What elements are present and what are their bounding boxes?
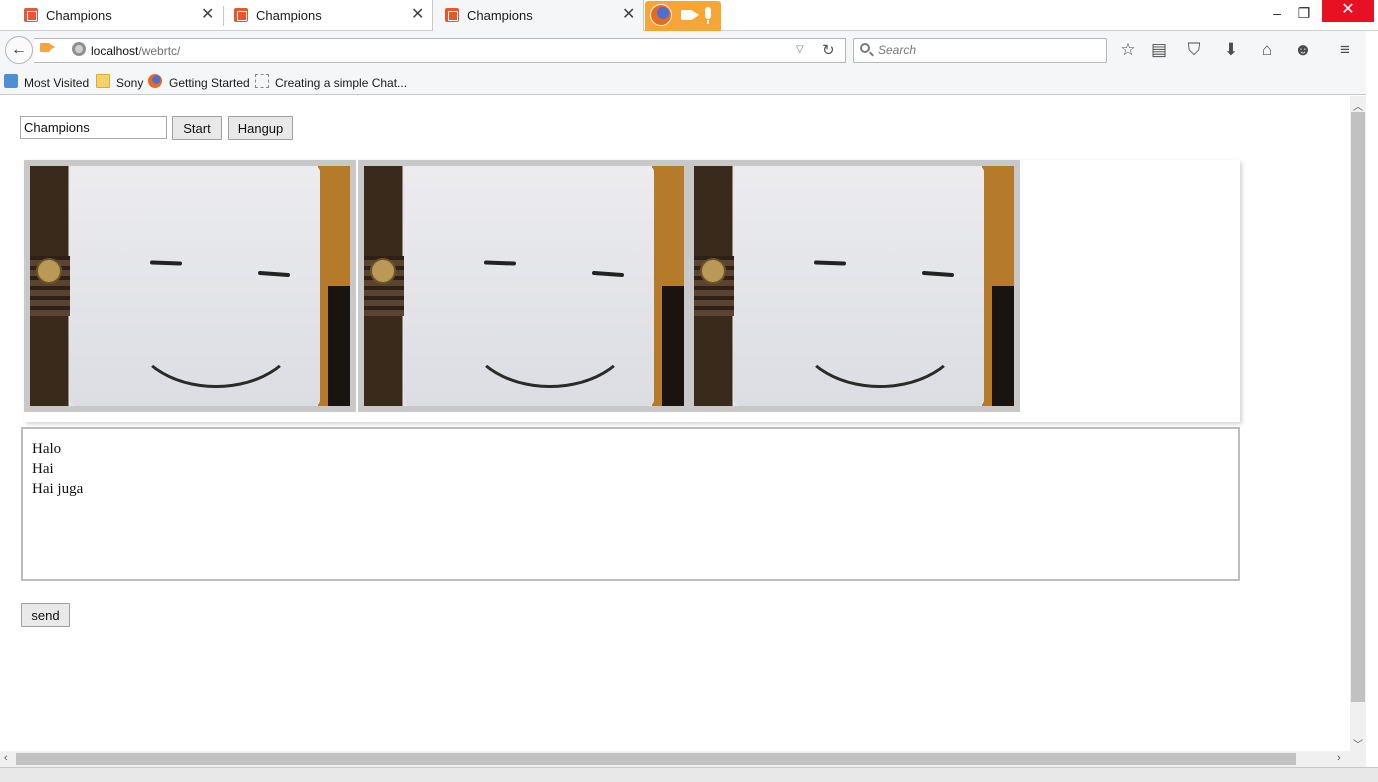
tab-strip: Champions ✕ Champions ✕ Champions ✕ – ❐ … — [0, 0, 1378, 31]
chat-message: Hai juga — [32, 481, 84, 497]
tab-label: Champions — [256, 8, 322, 23]
scroll-right-icon[interactable]: › — [1337, 752, 1341, 764]
reload-icon[interactable]: ↻ — [822, 41, 835, 59]
pocket-icon[interactable]: ⛉ — [1184, 40, 1204, 60]
minimize-button[interactable]: – — [1262, 3, 1292, 23]
folder-icon — [96, 74, 110, 88]
scroll-up-icon[interactable]: ︿ — [1353, 98, 1363, 113]
microphone-sharing-icon — [705, 7, 711, 24]
tab-1[interactable]: Champions ✕ — [0, 0, 222, 31]
chat-message: Hai — [32, 461, 54, 477]
scroll-down-icon[interactable]: ﹀ — [1353, 736, 1363, 751]
search-placeholder: Search — [878, 43, 917, 57]
xampp-favicon-icon — [445, 8, 459, 22]
bookmarks-toolbar: Most Visited Sony Getting Started Creati… — [0, 69, 1378, 95]
url-text[interactable]: localhost/webrtc/ — [91, 44, 180, 58]
scroll-thumb[interactable] — [16, 753, 1296, 765]
url-history-dropdown-icon[interactable]: ▽ — [796, 44, 804, 55]
url-path: /webrtc/ — [138, 44, 181, 58]
local-video — [24, 160, 356, 412]
tab-2[interactable]: Champions ✕ — [210, 0, 432, 31]
bookmark-most-visited[interactable]: Most Visited — [24, 76, 89, 90]
xampp-favicon-icon — [24, 8, 38, 22]
start-button[interactable]: Start — [172, 116, 222, 140]
window-edge — [1366, 31, 1378, 767]
remote-video-1 — [358, 160, 690, 412]
window-close-button[interactable]: ✕ — [1322, 0, 1374, 22]
taskbar-edge — [0, 767, 1378, 782]
bookmark-sony[interactable]: Sony — [116, 76, 143, 90]
back-button[interactable]: ← — [5, 36, 33, 64]
camera-sharing-icon — [681, 10, 699, 20]
navigation-bar: ← localhost/webrtc/ ▽ ↻ Search — [0, 31, 1378, 69]
menu-hamburger-icon[interactable]: ≡ — [1335, 40, 1355, 60]
blank-page-icon — [255, 74, 269, 88]
arrow-left-icon: ← — [11, 41, 27, 58]
remote-video-2 — [688, 160, 1020, 412]
scrollbar-corner — [1350, 751, 1366, 767]
bookmark-star-icon[interactable]: ☆ — [1118, 40, 1138, 60]
tab-close-icon[interactable]: ✕ — [622, 7, 635, 23]
scroll-left-icon[interactable]: ‹ — [4, 752, 8, 764]
download-icon[interactable]: ⬇ — [1221, 40, 1241, 60]
xampp-favicon-icon — [234, 8, 248, 22]
hello-chat-icon[interactable]: ☻ — [1293, 40, 1313, 60]
camera-permission-icon[interactable] — [40, 43, 55, 52]
tab-label: Champions — [467, 8, 533, 23]
tab-close-icon[interactable]: ✕ — [411, 7, 424, 23]
room-name-input[interactable] — [20, 116, 167, 139]
chat-message: Halo — [32, 441, 62, 457]
site-identity-icon[interactable] — [72, 42, 86, 56]
reading-list-icon[interactable]: ▤ — [1149, 40, 1169, 60]
url-host: localhost — [91, 44, 139, 58]
tab-label: Champions — [46, 8, 112, 23]
most-visited-icon — [4, 74, 18, 88]
tab-3-active[interactable]: Champions ✕ — [432, 0, 644, 31]
home-icon[interactable]: ⌂ — [1257, 40, 1277, 60]
horizontal-scrollbar[interactable]: ‹ › — [0, 751, 1350, 767]
firefox-icon — [148, 74, 162, 88]
bookmark-creating-chat[interactable]: Creating a simple Chat... — [275, 76, 407, 90]
send-button[interactable]: send — [21, 603, 70, 627]
scroll-thumb[interactable] — [1351, 112, 1365, 702]
hangup-button[interactable]: Hangup — [228, 116, 293, 140]
bookmark-getting-started[interactable]: Getting Started — [169, 76, 250, 90]
firefox-logo-icon — [650, 4, 672, 26]
page-content: Start Hangup — [0, 96, 1350, 751]
restore-button[interactable]: ❐ — [1289, 3, 1319, 23]
vertical-scrollbar[interactable]: ︿ ﹀ — [1350, 96, 1366, 751]
search-icon — [860, 43, 870, 53]
chat-textarea[interactable]: Halo Hai Hai juga — [21, 427, 1240, 581]
